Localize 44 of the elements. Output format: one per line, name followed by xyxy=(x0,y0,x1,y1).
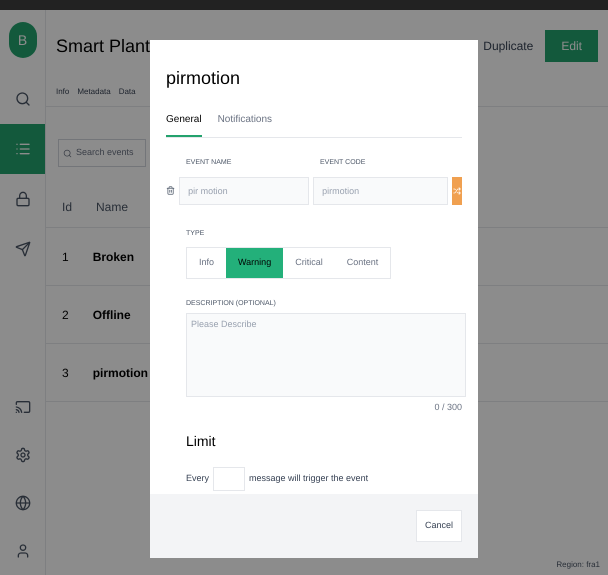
search-field[interactable]: Search events xyxy=(58,139,146,167)
paper-plane-icon xyxy=(14,241,30,257)
type-option[interactable]: Content xyxy=(334,248,390,278)
settings-icon[interactable] xyxy=(14,447,30,463)
description-field[interactable]: Please Describe xyxy=(186,313,466,397)
event-code-field[interactable]: pirmotion xyxy=(313,176,448,204)
shuffle-icon xyxy=(453,186,462,194)
list-icon xyxy=(14,141,30,157)
cancel-button[interactable]: Cancel xyxy=(416,510,462,542)
tab[interactable]: General xyxy=(166,112,202,137)
tab[interactable]: Notifications xyxy=(218,112,272,137)
user-icon[interactable] xyxy=(14,543,30,559)
limit-prefix: Every xyxy=(186,472,210,485)
tab[interactable]: Metadata xyxy=(77,86,111,98)
region-text: Region: fra1 xyxy=(556,559,600,571)
tab[interactable]: Info xyxy=(56,86,70,98)
column-header: Name xyxy=(96,199,128,215)
search-icon xyxy=(63,148,72,158)
type-option[interactable]: Critical xyxy=(283,248,335,278)
character-counter: 0 / 300 xyxy=(434,401,462,414)
cast-icon[interactable] xyxy=(14,399,30,415)
table-cell: 3 xyxy=(62,364,69,380)
trash-icon[interactable] xyxy=(166,185,176,196)
dialog-title: pirmotion xyxy=(166,67,242,90)
table-cell: 2 xyxy=(62,306,69,322)
column-header: Id xyxy=(62,199,72,215)
type-option[interactable]: Warning xyxy=(226,248,284,278)
tab[interactable]: Data xyxy=(118,86,136,98)
page-title: Smart Plant xyxy=(56,35,150,58)
logo[interactable]: B xyxy=(8,22,36,58)
limit-count-field[interactable] xyxy=(213,466,246,490)
table-cell: Broken xyxy=(92,248,134,264)
event-name-field[interactable]: pir motion xyxy=(179,176,310,204)
table-cell: pirmotion xyxy=(92,364,148,380)
table-cell: 1 xyxy=(62,248,69,264)
search-icon xyxy=(14,91,30,107)
duplicate-button[interactable]: Duplicate xyxy=(483,38,534,54)
section-title: Limit xyxy=(186,432,217,450)
edit-button[interactable]: Edit xyxy=(545,30,598,62)
table-cell: Offline xyxy=(92,306,131,322)
type-option[interactable]: Info xyxy=(187,248,226,278)
globe-icon[interactable] xyxy=(14,495,30,511)
lock-icon xyxy=(14,191,30,207)
limit-suffix: message will trigger the event xyxy=(249,472,368,485)
